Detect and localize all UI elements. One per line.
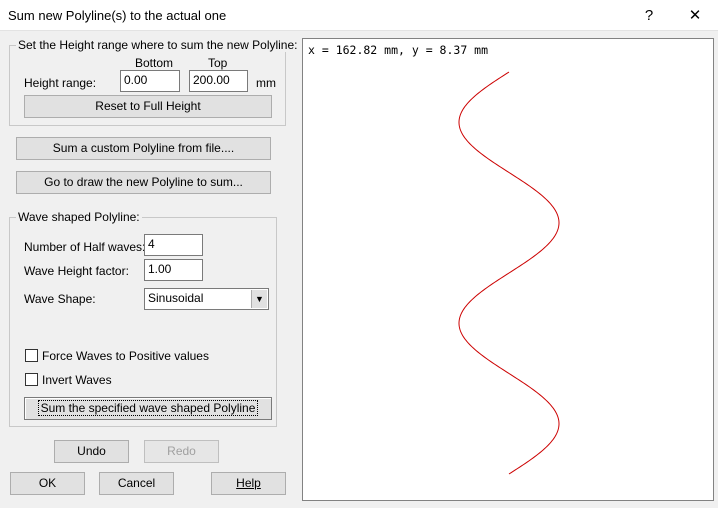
top-label: Top (208, 56, 228, 70)
sum-wave-polyline-button[interactable]: Sum the specified wave shaped Polyline (24, 397, 272, 420)
force-positive-label: Force Waves to Positive values (42, 349, 209, 363)
close-icon[interactable]: ✕ (672, 0, 718, 31)
bottom-height-input[interactable]: 0.00 (120, 70, 180, 92)
bottom-label: Bottom (135, 56, 174, 70)
wave-height-factor-label: Wave Height factor: (24, 264, 129, 278)
height-unit-label: mm (256, 76, 276, 90)
wave-polyline-group-legend: Wave shaped Polyline: (16, 210, 142, 224)
help-button-label: Help (236, 476, 261, 490)
window-title: Sum new Polyline(s) to the actual one (8, 8, 227, 23)
cancel-button[interactable]: Cancel (99, 472, 174, 495)
chevron-down-icon[interactable]: ▼ (251, 290, 267, 308)
reset-full-height-button[interactable]: Reset to Full Height (24, 95, 272, 118)
force-positive-checkbox[interactable] (25, 349, 38, 362)
ok-button[interactable]: OK (10, 472, 85, 495)
sum-wave-polyline-button-label: Sum the specified wave shaped Polyline (37, 400, 259, 416)
invert-waves-checkbox[interactable] (25, 373, 38, 386)
height-range-label: Height range: (24, 76, 97, 90)
sum-custom-polyline-button[interactable]: Sum a custom Polyline from file.... (16, 137, 271, 160)
help-icon[interactable]: ? (626, 0, 672, 31)
undo-button[interactable]: Undo (54, 440, 129, 463)
wave-polyline-curve (458, 71, 560, 475)
wave-height-factor-input[interactable]: 1.00 (144, 259, 203, 281)
redo-button[interactable]: Redo (144, 440, 219, 463)
draw-new-polyline-button[interactable]: Go to draw the new Polyline to sum... (16, 171, 271, 194)
wave-shape-selected-value: Sinusoidal (148, 291, 204, 305)
height-range-group-legend: Set the Height range where to sum the ne… (16, 38, 300, 52)
wave-shape-select[interactable]: Sinusoidal ▼ (144, 288, 269, 310)
title-bar: Sum new Polyline(s) to the actual one ? … (0, 0, 718, 31)
top-height-input[interactable]: 200.00 (189, 70, 248, 92)
preview-svg (458, 71, 560, 475)
half-waves-label: Number of Half waves: (24, 240, 146, 254)
help-button[interactable]: Help (211, 472, 286, 495)
wave-shape-label: Wave Shape: (24, 292, 96, 306)
invert-waves-label: Invert Waves (42, 373, 112, 387)
half-waves-input[interactable]: 4 (144, 234, 203, 256)
polyline-preview-canvas[interactable]: x = 162.82 mm, y = 8.37 mm (302, 38, 714, 501)
